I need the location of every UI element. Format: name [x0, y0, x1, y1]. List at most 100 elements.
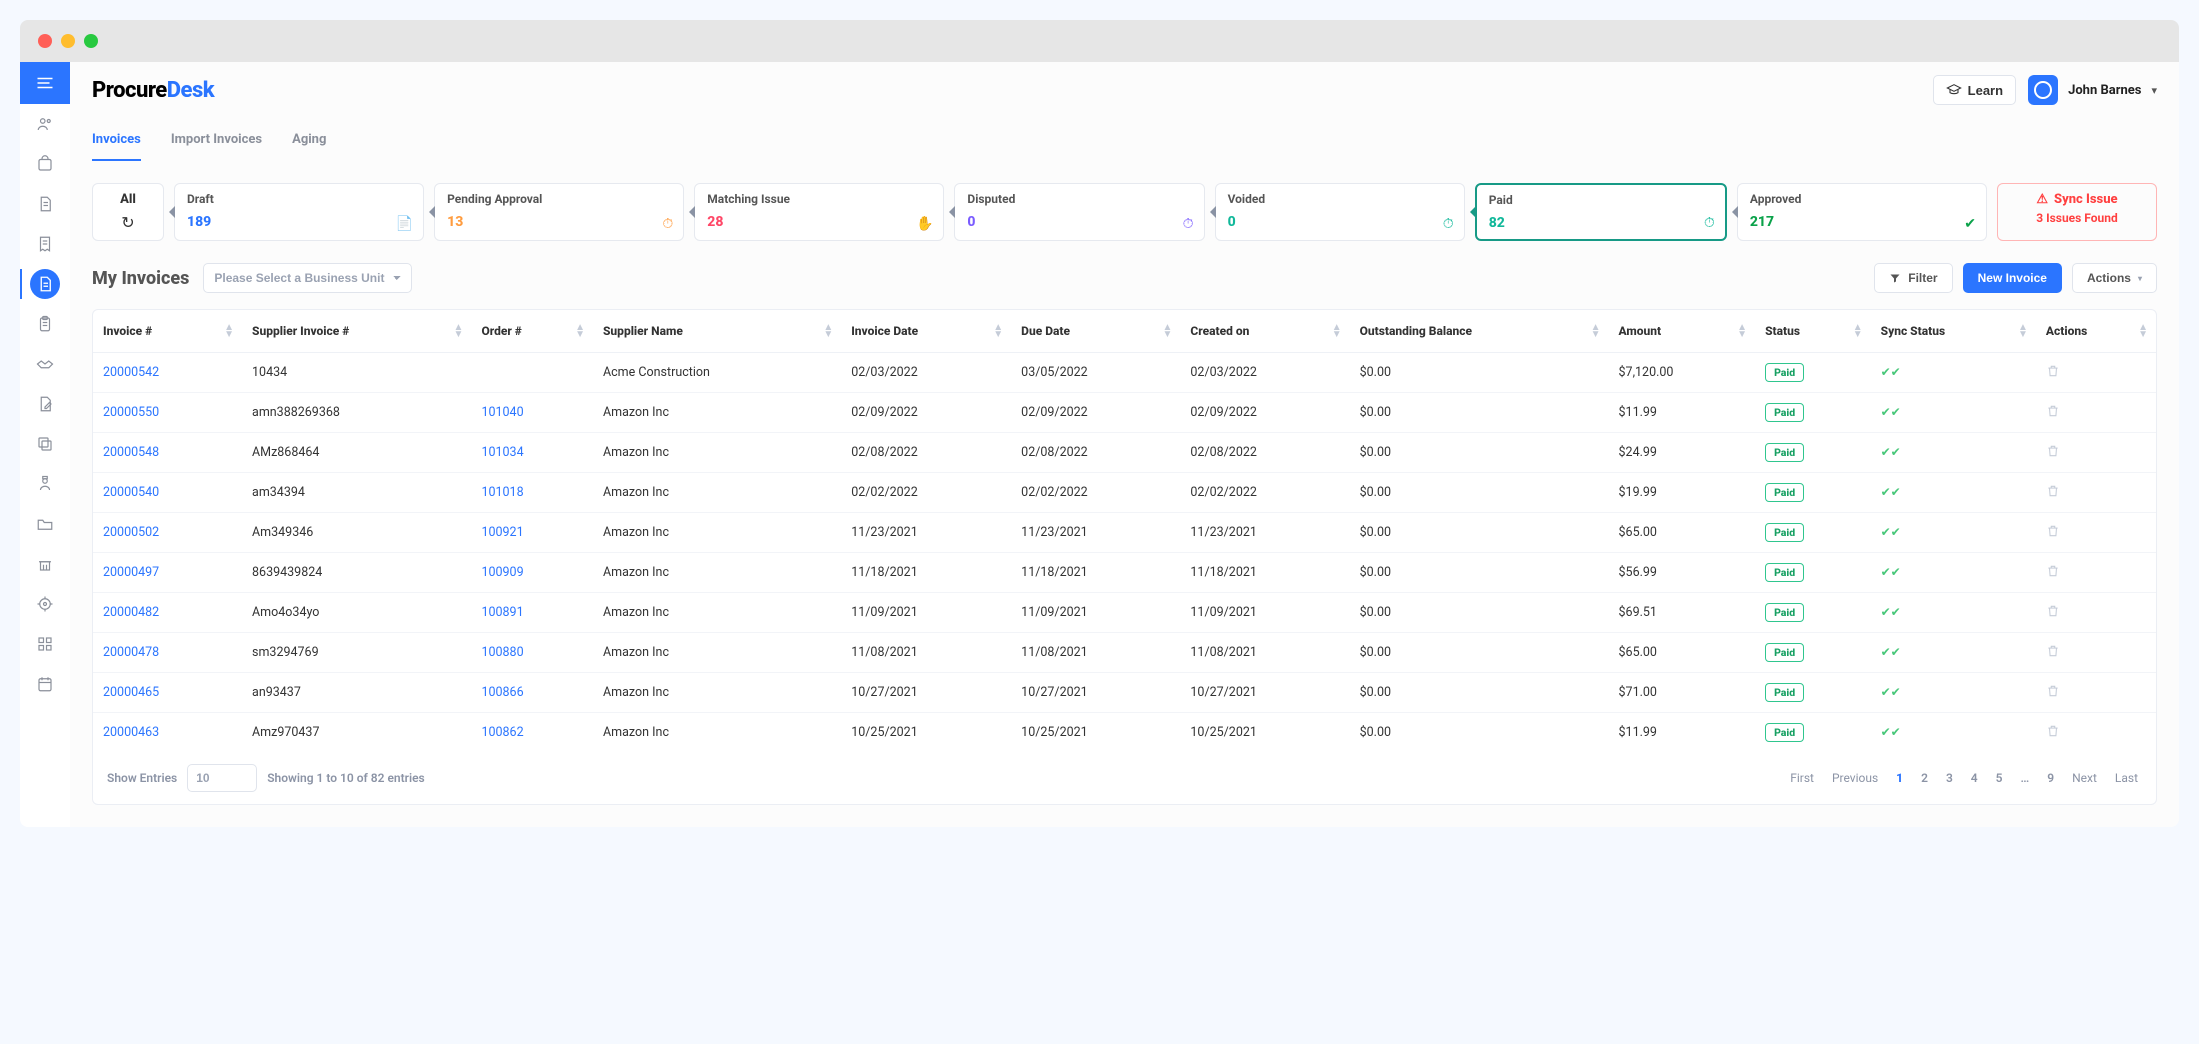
- user-menu[interactable]: John Barnes ▾: [2028, 75, 2157, 105]
- invoice-link[interactable]: 20000548: [103, 445, 159, 460]
- sidebar-item-cart[interactable]: [20, 144, 70, 184]
- actions-button[interactable]: Actions ▾: [2072, 263, 2157, 293]
- sidebar-item-supplier[interactable]: [20, 464, 70, 504]
- delete-icon[interactable]: [2046, 607, 2060, 622]
- page-last[interactable]: Last: [2111, 769, 2142, 787]
- column-amount[interactable]: Amount▲▼: [1609, 310, 1756, 353]
- status-card-matching-issue[interactable]: Matching Issue28✋: [694, 183, 944, 241]
- column-supplier-invoice-[interactable]: Supplier Invoice #▲▼: [242, 310, 471, 353]
- delete-icon[interactable]: [2046, 567, 2060, 582]
- column-invoice-[interactable]: Invoice #▲▼: [93, 310, 242, 353]
- delete-icon[interactable]: [2046, 727, 2060, 742]
- invoice-link[interactable]: 20000502: [103, 525, 159, 540]
- order-link[interactable]: 100862: [481, 725, 523, 740]
- sidebar-item-calendar[interactable]: [20, 664, 70, 704]
- sidebar-item-copy[interactable]: [20, 424, 70, 464]
- page-next[interactable]: Next: [2068, 769, 2101, 787]
- delete-icon[interactable]: [2046, 367, 2060, 382]
- status-card-draft[interactable]: Draft189📄: [174, 183, 424, 241]
- sidebar-item-edit-doc[interactable]: [20, 384, 70, 424]
- column-created-on[interactable]: Created on▲▼: [1180, 310, 1349, 353]
- due-date-cell: 03/05/2022: [1011, 353, 1180, 393]
- status-card-approved[interactable]: Approved217✔: [1737, 183, 1987, 241]
- sidebar-item-settings[interactable]: [20, 584, 70, 624]
- invoice-link[interactable]: 20000542: [103, 365, 159, 380]
- status-card-voided[interactable]: Voided0⏱: [1215, 183, 1465, 241]
- order-link[interactable]: 100909: [481, 565, 523, 580]
- page-1[interactable]: 1: [1892, 769, 1907, 787]
- invoice-link[interactable]: 20000540: [103, 485, 159, 500]
- order-link[interactable]: 100866: [481, 685, 523, 700]
- sidebar-item-clipboard[interactable]: [20, 304, 70, 344]
- delete-icon[interactable]: [2046, 407, 2060, 422]
- sidebar-item-apps[interactable]: [20, 624, 70, 664]
- column-order-[interactable]: Order #▲▼: [471, 310, 593, 353]
- avatar: [2028, 75, 2058, 105]
- sidebar-item-building[interactable]: [20, 544, 70, 584]
- tab-import-invoices[interactable]: Import Invoices: [171, 122, 262, 161]
- window-close-icon[interactable]: [38, 34, 52, 48]
- page-2[interactable]: 2: [1917, 769, 1932, 787]
- delete-icon[interactable]: [2046, 527, 2060, 542]
- status-card-pending-approval[interactable]: Pending Approval13⏱: [434, 183, 684, 241]
- status-card-all[interactable]: All ↻: [92, 183, 164, 241]
- entries-input[interactable]: [187, 764, 257, 792]
- status-card-paid[interactable]: Paid82⏱: [1475, 183, 1727, 241]
- tab-invoices[interactable]: Invoices: [92, 122, 141, 161]
- column-actions[interactable]: Actions▲▼: [2036, 310, 2156, 353]
- menu-toggle[interactable]: [20, 62, 70, 104]
- invoice-link[interactable]: 20000482: [103, 605, 159, 620]
- learn-button[interactable]: Learn: [1933, 75, 2016, 105]
- sidebar-item-folder[interactable]: [20, 504, 70, 544]
- column-due-date[interactable]: Due Date▲▼: [1011, 310, 1180, 353]
- page-4[interactable]: 4: [1967, 769, 1982, 787]
- page-first[interactable]: First: [1786, 769, 1818, 787]
- delete-icon[interactable]: [2046, 687, 2060, 702]
- order-link[interactable]: 101034: [481, 445, 523, 460]
- reload-icon[interactable]: ↻: [105, 213, 151, 232]
- page-5[interactable]: 5: [1992, 769, 2007, 787]
- order-link[interactable]: 101040: [481, 405, 523, 420]
- delete-icon[interactable]: [2046, 647, 2060, 662]
- business-unit-select[interactable]: Please Select a Business Unit: [203, 263, 412, 293]
- invoices-table: Invoice #▲▼Supplier Invoice #▲▼Order #▲▼…: [93, 310, 2156, 752]
- logo-part1: Procure: [92, 78, 167, 103]
- column-status[interactable]: Status▲▼: [1755, 310, 1871, 353]
- sidebar-item-receipt[interactable]: [20, 224, 70, 264]
- order-link[interactable]: 100891: [481, 605, 523, 620]
- invoice-link[interactable]: 20000463: [103, 725, 159, 740]
- column-supplier-name[interactable]: Supplier Name▲▼: [593, 310, 841, 353]
- sidebar-item-users[interactable]: [20, 104, 70, 144]
- page-prev[interactable]: Previous: [1828, 769, 1882, 787]
- delete-icon[interactable]: [2046, 487, 2060, 502]
- delete-icon[interactable]: [2046, 447, 2060, 462]
- tab-aging[interactable]: Aging: [292, 122, 326, 161]
- page-…[interactable]: …: [2017, 769, 2034, 787]
- order-link[interactable]: 100921: [481, 525, 523, 540]
- column-outstanding-balance[interactable]: Outstanding Balance▲▼: [1350, 310, 1609, 353]
- page-3[interactable]: 3: [1942, 769, 1957, 787]
- window-zoom-icon[interactable]: [84, 34, 98, 48]
- status-badge: Paid: [1765, 603, 1804, 622]
- invoice-link[interactable]: 20000465: [103, 685, 159, 700]
- filter-button[interactable]: Filter: [1874, 263, 1952, 293]
- order-link[interactable]: 100880: [481, 645, 523, 660]
- sync-issue-card[interactable]: ⚠ Sync Issue 3 Issues Found: [1997, 183, 2157, 241]
- page-9[interactable]: 9: [2043, 769, 2058, 787]
- new-invoice-button[interactable]: New Invoice: [1963, 263, 2062, 293]
- order-link[interactable]: 101018: [481, 485, 523, 500]
- table-row: 20000482Amo4o34yo100891Amazon Inc11/09/2…: [93, 593, 2156, 633]
- invoice-link[interactable]: 20000478: [103, 645, 159, 660]
- outstanding-cell: $0.00: [1350, 633, 1609, 673]
- invoice-link[interactable]: 20000550: [103, 405, 159, 420]
- sidebar-item-invoices[interactable]: [20, 264, 70, 304]
- invoice-link[interactable]: 20000497: [103, 565, 159, 580]
- window-minimize-icon[interactable]: [61, 34, 75, 48]
- sidebar-item-handshake[interactable]: [20, 344, 70, 384]
- created-on-cell: 10/25/2021: [1180, 713, 1349, 753]
- column-invoice-date[interactable]: Invoice Date▲▼: [841, 310, 1011, 353]
- column-sync-status[interactable]: Sync Status▲▼: [1871, 310, 2036, 353]
- sidebar-item-document[interactable]: [20, 184, 70, 224]
- created-on-cell: 02/03/2022: [1180, 353, 1349, 393]
- status-card-disputed[interactable]: Disputed0⏱: [954, 183, 1204, 241]
